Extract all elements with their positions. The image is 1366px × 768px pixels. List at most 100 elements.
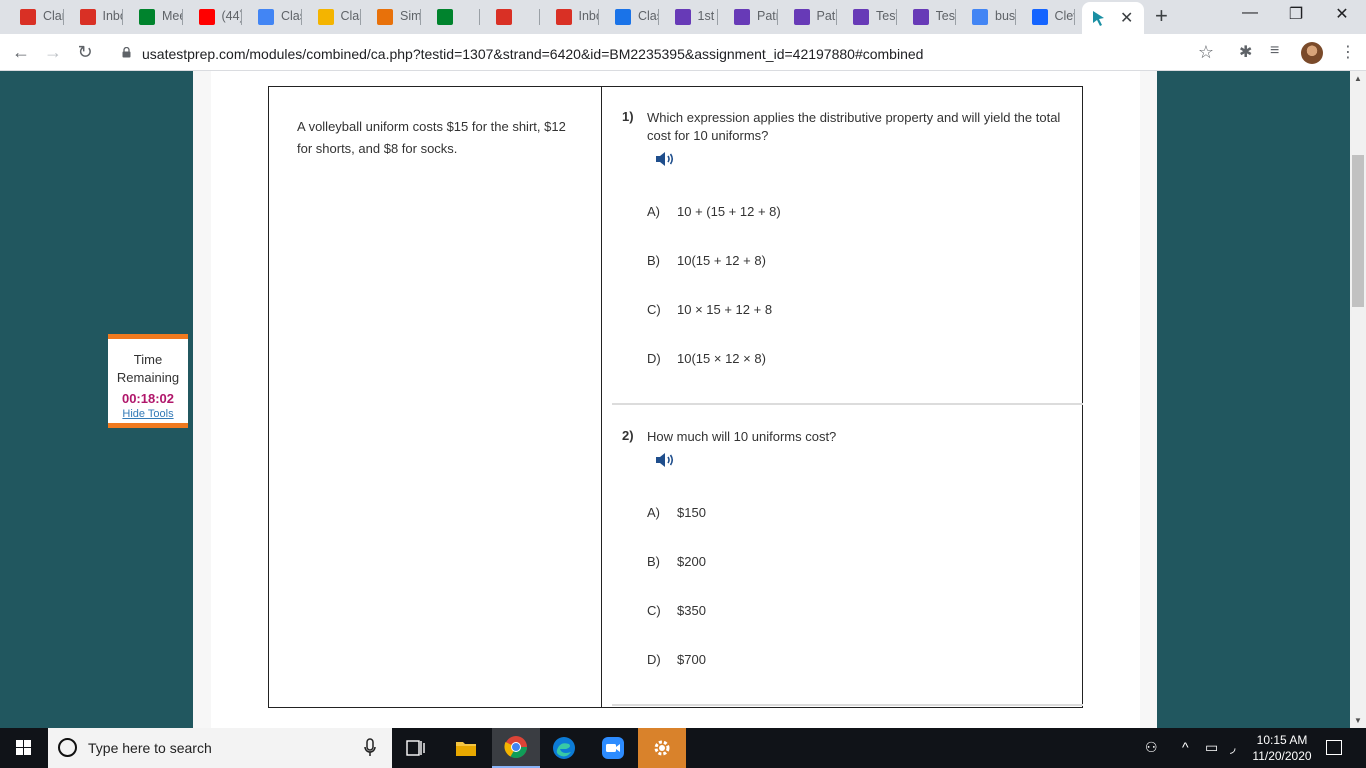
scroll-down-arrow-icon[interactable]: ▼ xyxy=(1354,716,1362,725)
close-tab-icon[interactable]: ✕ xyxy=(1120,8,1133,28)
browser-tab[interactable]: Clev xyxy=(1016,4,1075,30)
browser-tab[interactable]: (44) xyxy=(183,4,242,30)
task-view-button[interactable] xyxy=(392,728,440,768)
back-button[interactable]: ← xyxy=(9,41,33,65)
speaker-icon[interactable] xyxy=(654,451,676,469)
tab-label: Clev xyxy=(1054,9,1075,23)
active-tab[interactable]: ✕ xyxy=(1082,2,1144,34)
tab-label: Inbo xyxy=(578,9,599,23)
browser-tab[interactable]: Clas xyxy=(302,4,361,30)
browser-tab[interactable]: 1st xyxy=(659,4,718,30)
task-view-icon xyxy=(406,740,425,756)
option-letter: C) xyxy=(647,603,661,618)
browser-tab-strip: Clar Inbo Mee (44) Clas Clas Sim Inbo Clas 1st Pat… xyxy=(0,0,1366,34)
new-tab-button[interactable]: + xyxy=(1155,5,1168,27)
taskbar-search-box[interactable]: Type here to search xyxy=(48,728,392,768)
browser-tab[interactable]: Clar xyxy=(4,4,63,30)
browser-toolbar: ← → ↻ usatestprep.com/modules/combined/c… xyxy=(0,34,1366,71)
browser-tab[interactable]: Test xyxy=(837,4,896,30)
lock-icon xyxy=(122,47,131,58)
browser-tab[interactable]: Inbo xyxy=(64,4,123,30)
browser-tab[interactable]: Sim xyxy=(361,4,420,30)
browser-tab[interactable]: Mee xyxy=(123,4,182,30)
browser-tab[interactable]: Patr xyxy=(778,4,837,30)
classroom-icon xyxy=(615,9,631,25)
file-explorer-button[interactable] xyxy=(442,728,490,768)
classroom-icon xyxy=(317,9,334,25)
browser-tab[interactable]: Clas xyxy=(599,4,658,30)
browser-tab[interactable] xyxy=(480,4,539,30)
option-letter: D) xyxy=(647,652,661,667)
tab-label: Clas xyxy=(638,9,658,23)
tab-label: Test xyxy=(876,9,896,23)
option-letter: C) xyxy=(647,302,661,317)
tab-label: 1st xyxy=(697,9,715,23)
settings-taskbar-button[interactable] xyxy=(638,728,686,768)
forms-icon xyxy=(853,9,869,25)
option-letter: A) xyxy=(647,204,660,219)
option-value: $200 xyxy=(677,554,706,569)
passage-text: A volleyball uniform costs $15 for the s… xyxy=(297,119,566,156)
forms-icon xyxy=(674,9,691,25)
option-letter: B) xyxy=(647,554,660,569)
browser-tab[interactable]: Clas xyxy=(242,4,301,30)
option-value: $700 xyxy=(677,652,706,667)
time-remaining-value: 00:18:02 xyxy=(121,391,175,406)
menu-icon[interactable]: ⋮ xyxy=(1340,42,1356,62)
hide-tools-link[interactable]: Hide Tools xyxy=(108,408,188,420)
question-number: 1) xyxy=(622,109,634,124)
battery-icon[interactable]: ▭ xyxy=(1205,739,1218,756)
option-value: $150 xyxy=(677,505,706,520)
browser-tab[interactable]: bus xyxy=(956,4,1015,30)
option-value: $350 xyxy=(677,603,706,618)
browser-tab[interactable]: Test xyxy=(897,4,956,30)
notifications-icon[interactable] xyxy=(1326,740,1342,755)
tab-label: Inbo xyxy=(102,9,123,23)
bookmark-star-icon[interactable]: ☆ xyxy=(1198,42,1214,63)
option-value: 10(15 + 12 + 8) xyxy=(677,253,766,268)
browser-tab[interactable]: Inbo xyxy=(540,4,599,30)
tab-label: Patr xyxy=(816,9,837,23)
media-control-icon[interactable]: ≡ xyxy=(1270,42,1279,60)
page-scrollbar[interactable]: ▲ ▼ xyxy=(1350,71,1366,728)
close-window-button[interactable]: ✕ xyxy=(1322,4,1362,24)
people-icon[interactable]: ⚇ xyxy=(1145,739,1158,756)
tab-label: Test xyxy=(935,9,956,23)
gmail-icon xyxy=(20,9,36,25)
speaker-icon[interactable] xyxy=(654,150,676,168)
youtube-icon xyxy=(198,9,215,25)
tab-label: Sim xyxy=(400,9,420,23)
profile-avatar[interactable] xyxy=(1301,42,1323,64)
restore-button[interactable]: ❐ xyxy=(1276,4,1316,24)
option-letter: A) xyxy=(647,505,660,520)
url-text[interactable]: usatestprep.com/modules/combined/ca.php?… xyxy=(142,46,923,62)
taskbar-clock[interactable]: 10:15 AM 11/20/2020 xyxy=(1248,732,1316,764)
forward-button[interactable]: → xyxy=(41,41,65,65)
minimize-button[interactable]: — xyxy=(1230,4,1270,22)
zoom-taskbar-button[interactable] xyxy=(589,728,637,768)
windows-logo-icon xyxy=(16,740,31,755)
chevron-up-icon[interactable]: ^ xyxy=(1182,739,1189,755)
zoom-icon xyxy=(602,737,624,759)
scrollbar-thumb[interactable] xyxy=(1352,155,1364,307)
address-bar[interactable]: usatestprep.com/modules/combined/ca.php?… xyxy=(108,38,1228,68)
tab-label: Clar xyxy=(43,9,63,23)
extensions-icon[interactable]: ✱ xyxy=(1239,42,1252,62)
browser-tab[interactable] xyxy=(421,4,480,30)
microphone-icon[interactable] xyxy=(364,738,376,758)
time-remaining-widget: Time Remaining 00:18:02 Hide Tools xyxy=(108,334,188,428)
tab-label: Mee xyxy=(162,9,182,23)
google-icon xyxy=(972,9,988,25)
start-button[interactable] xyxy=(0,728,48,768)
chrome-taskbar-button[interactable] xyxy=(492,728,540,768)
option-letter: D) xyxy=(647,351,661,366)
record-icon xyxy=(496,9,512,25)
chrome-icon xyxy=(504,736,527,758)
wifi-icon[interactable]: ◞ xyxy=(1230,739,1235,756)
scroll-up-arrow-icon[interactable]: ▲ xyxy=(1354,74,1362,83)
tab-label: bus xyxy=(995,9,1015,23)
reload-button[interactable]: ↻ xyxy=(73,41,97,65)
browser-tab[interactable]: Patr xyxy=(718,4,777,30)
edge-taskbar-button[interactable] xyxy=(540,728,588,768)
question-number: 2) xyxy=(622,428,634,443)
